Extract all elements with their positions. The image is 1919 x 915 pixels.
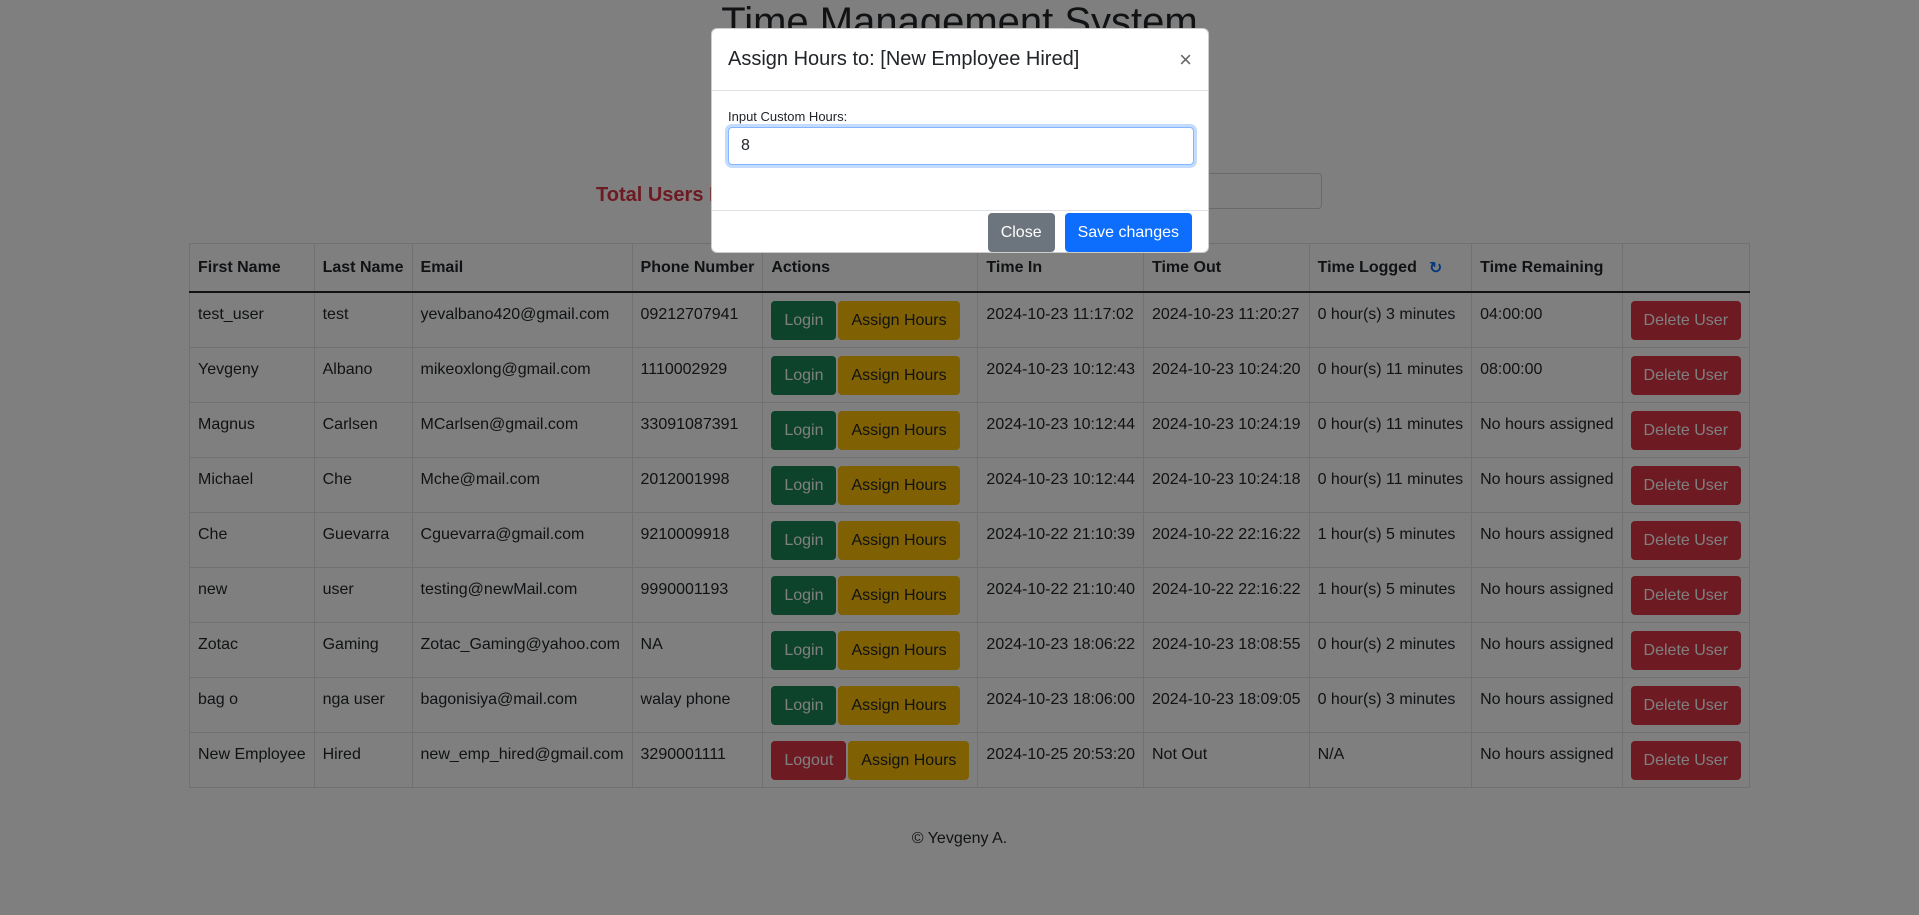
custom-hours-label: Input Custom Hours:: [728, 109, 848, 124]
page: Time Management System Total Users L ...…: [0, 0, 1919, 915]
assign-hours-modal: Assign Hours to: [New Employee Hired] × …: [711, 28, 1209, 253]
modal-title: Assign Hours to: [New Employee Hired]: [728, 48, 1080, 70]
modal-header: Assign Hours to: [New Employee Hired] ×: [712, 29, 1208, 91]
custom-hours-input[interactable]: [728, 127, 1194, 165]
close-icon[interactable]: ×: [1179, 48, 1192, 70]
modal-footer: Close Save changes: [712, 211, 1208, 253]
save-changes-button[interactable]: Save changes: [1064, 212, 1192, 252]
modal-body: Input Custom Hours:: [712, 91, 1208, 211]
close-button[interactable]: Close: [987, 212, 1055, 252]
